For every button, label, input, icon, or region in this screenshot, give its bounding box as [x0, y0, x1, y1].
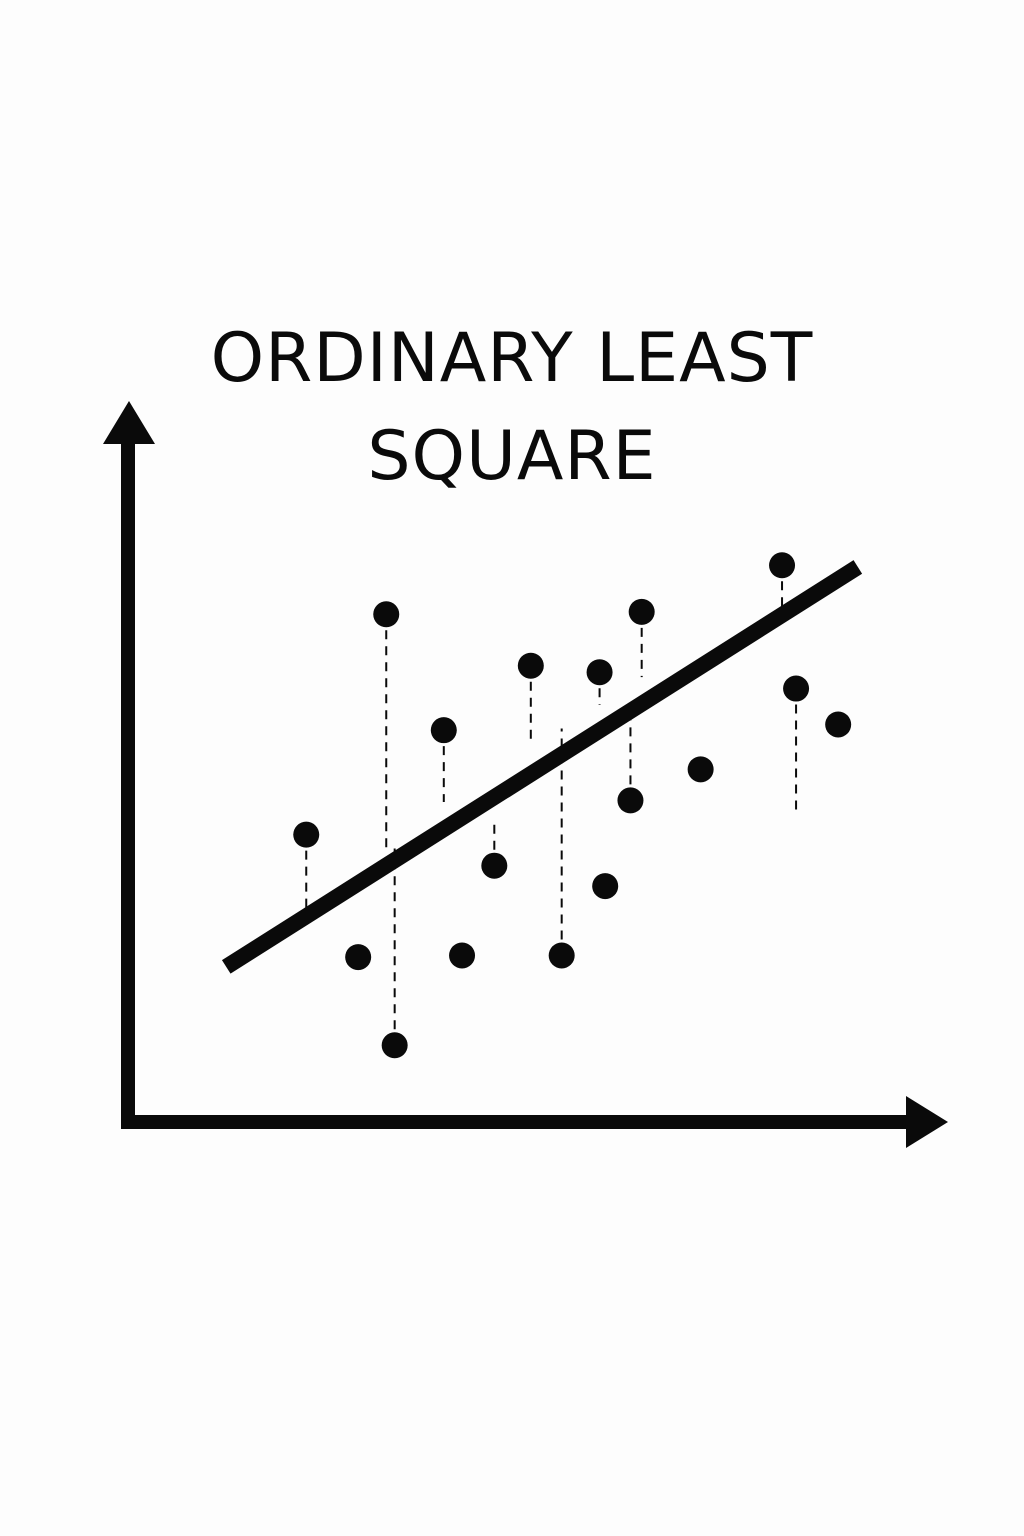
data-point [586, 659, 613, 686]
data-point [592, 873, 619, 900]
regression-line [221, 560, 863, 974]
data-point [381, 1032, 408, 1059]
residual-lines [305, 565, 798, 1046]
data-point [548, 942, 575, 969]
y-axis-arrow [103, 401, 155, 444]
data-point [345, 944, 372, 971]
x-axis-arrow [906, 1096, 948, 1148]
data-point [687, 756, 714, 783]
data-point [481, 852, 508, 879]
data-point [373, 601, 400, 628]
data-point [783, 675, 810, 702]
data-point [628, 598, 655, 625]
regression-line-group [221, 560, 863, 974]
data-point [430, 717, 457, 744]
data-point [449, 942, 476, 969]
data-point [769, 552, 796, 579]
ols-scatter-chart [103, 401, 948, 1148]
data-point [517, 652, 544, 679]
data-point [617, 787, 644, 814]
data-point [825, 711, 852, 738]
data-point [293, 821, 320, 848]
